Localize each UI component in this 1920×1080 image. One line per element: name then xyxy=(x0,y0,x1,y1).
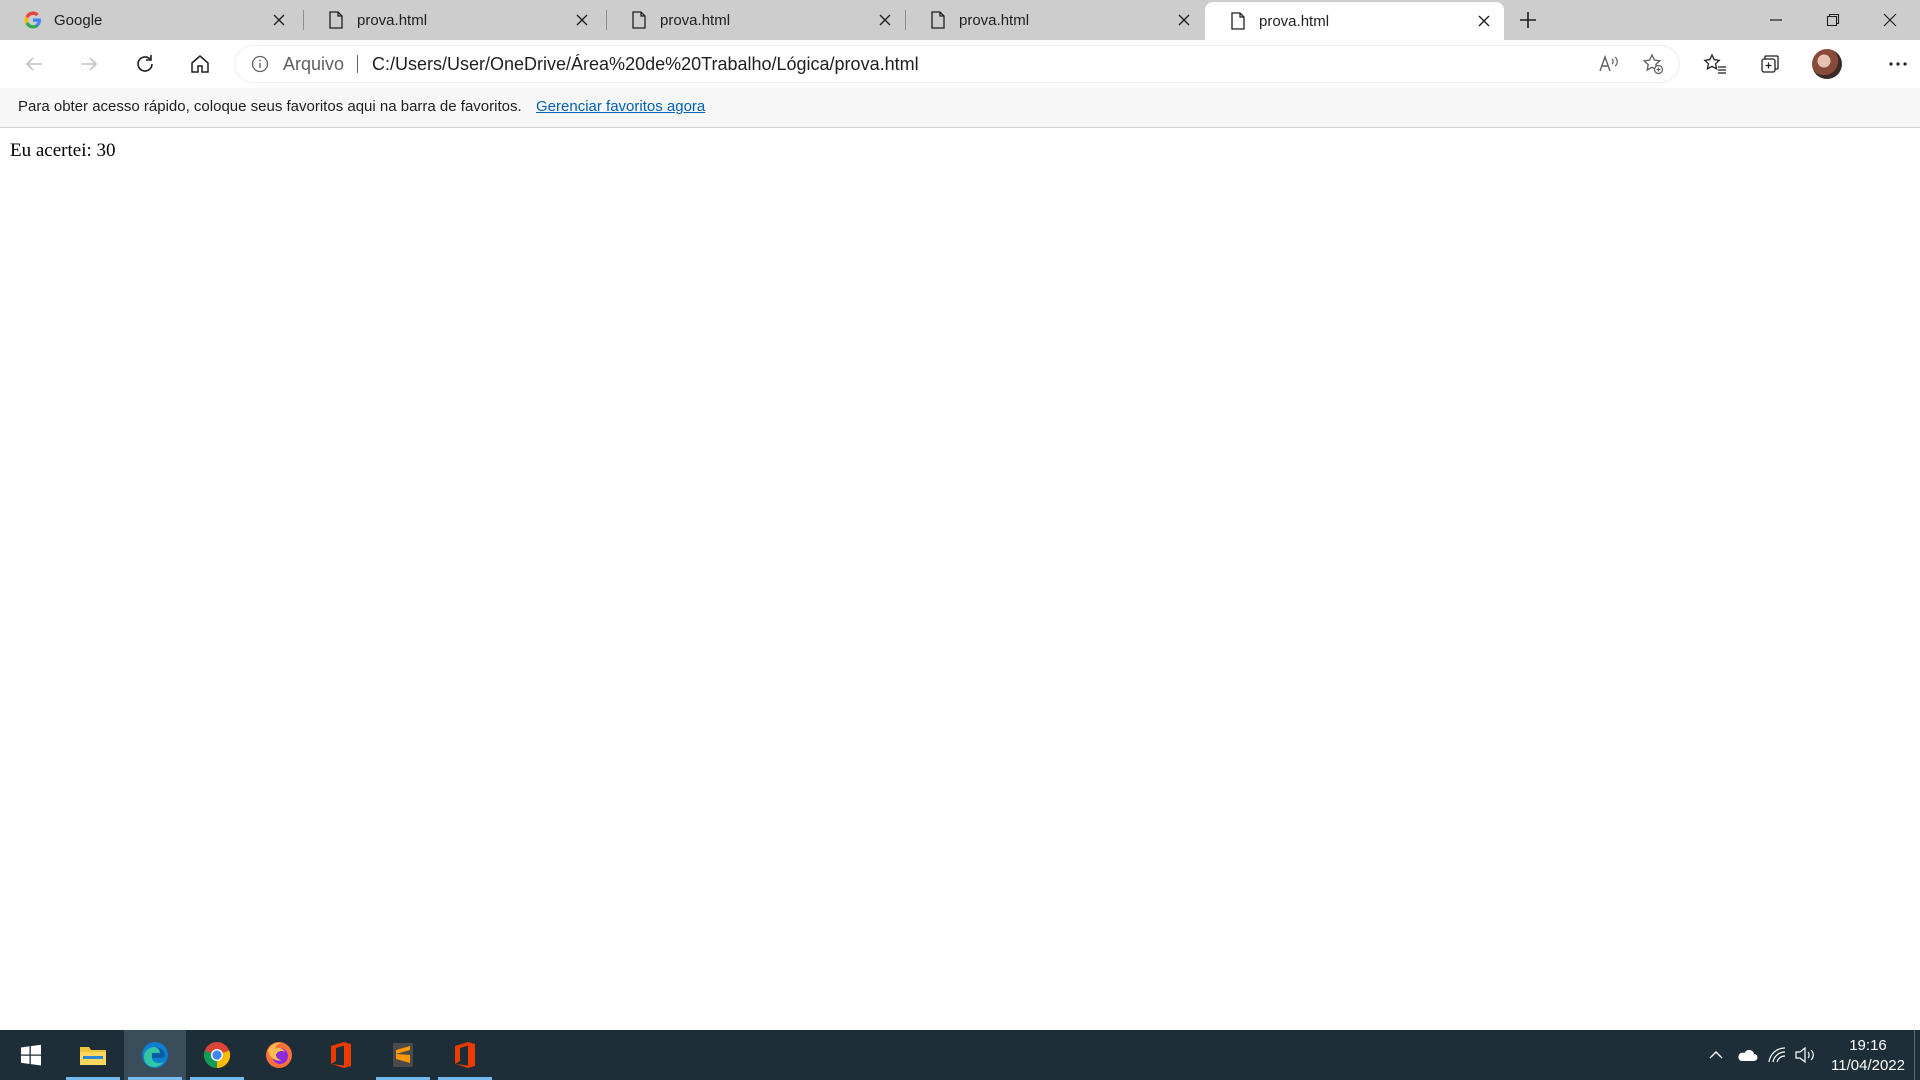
minimize-icon xyxy=(1770,19,1782,21)
chrome-icon xyxy=(203,1042,231,1069)
back-arrow-icon xyxy=(25,57,42,71)
start-icon xyxy=(21,1044,41,1066)
scheme-label: Arquivo xyxy=(283,54,345,74)
tab-title: prova.html xyxy=(959,11,1030,29)
tab-title: prova.html xyxy=(357,11,428,29)
close-tab-icon[interactable] xyxy=(1474,11,1494,31)
browser-toolbar: Arquivo C:/Users/User/OneDrive/Área%20de… xyxy=(0,40,1920,88)
file-explorer-icon xyxy=(80,1047,106,1065)
google-icon xyxy=(24,11,42,29)
taskbar-file-explorer[interactable] xyxy=(62,1030,124,1080)
taskbar-firefox[interactable] xyxy=(248,1030,310,1080)
close-tab-icon[interactable] xyxy=(1174,10,1194,30)
office-icon xyxy=(331,1042,351,1068)
file-icon xyxy=(1229,12,1247,30)
edge-icon xyxy=(142,1042,168,1068)
sublime-text-icon xyxy=(393,1043,413,1067)
url-text[interactable]: C:/Users/User/OneDrive/Área%20de%20Traba… xyxy=(372,54,919,75)
forward-button[interactable] xyxy=(71,46,107,82)
forward-arrow-icon xyxy=(81,57,98,71)
volume-tray[interactable] xyxy=(1791,1030,1819,1080)
onedrive-tray[interactable] xyxy=(1733,1030,1761,1080)
clock-date: 11/04/2022 xyxy=(1831,1057,1905,1074)
taskbar-chrome[interactable] xyxy=(186,1030,248,1080)
show-hidden-icons-button[interactable] xyxy=(1702,1030,1730,1080)
refresh-icon xyxy=(137,55,153,72)
home-icon xyxy=(191,55,209,73)
tab-google[interactable]: Google xyxy=(0,0,299,40)
network-tray[interactable] xyxy=(1763,1030,1791,1080)
close-window-button[interactable] xyxy=(1862,0,1918,40)
speaker-icon xyxy=(1795,1047,1814,1063)
address-bar[interactable]: Arquivo C:/Users/User/OneDrive/Área%20de… xyxy=(235,46,1679,82)
file-icon xyxy=(929,11,947,29)
profile-avatar[interactable] xyxy=(1812,49,1842,79)
new-tab-button[interactable] xyxy=(1514,6,1542,34)
tab-title: Google xyxy=(54,11,103,29)
address-divider xyxy=(357,55,358,73)
tab-prova-3[interactable]: prova.html xyxy=(905,0,1204,40)
start-button[interactable] xyxy=(0,1030,62,1080)
firefox-icon xyxy=(266,1042,292,1068)
favorites-list-icon xyxy=(1703,53,1726,74)
collections-button[interactable] xyxy=(1752,46,1788,82)
settings-menu-button[interactable] xyxy=(1880,46,1916,82)
tab-prova-2[interactable]: prova.html xyxy=(606,0,905,40)
tab-strip: Google prova.html prova.html prova.html xyxy=(0,0,1920,40)
read-aloud-icon[interactable] xyxy=(1597,52,1621,76)
taskbar-office[interactable] xyxy=(310,1030,372,1080)
file-icon xyxy=(630,11,648,29)
collections-icon xyxy=(1761,55,1779,73)
favorites-bar-message: Para obter acesso rápido, coloque seus f… xyxy=(18,98,522,115)
file-icon xyxy=(327,11,345,29)
info-icon[interactable] xyxy=(251,55,269,73)
taskbar-clock[interactable]: 19:16 11/04/2022 xyxy=(1820,1036,1916,1076)
add-favorite-icon[interactable] xyxy=(1641,52,1665,76)
home-button[interactable] xyxy=(182,46,218,82)
close-icon xyxy=(1883,13,1897,27)
tab-prova-active[interactable]: prova.html xyxy=(1205,2,1504,40)
tab-title: prova.html xyxy=(660,11,731,29)
favorites-bar: Para obter acesso rápido, coloque seus f… xyxy=(0,88,1920,128)
taskbar-office-2[interactable] xyxy=(434,1030,496,1080)
restore-button[interactable] xyxy=(1805,0,1861,40)
close-tab-icon[interactable] xyxy=(875,10,895,30)
minimize-button[interactable] xyxy=(1748,0,1804,40)
close-tab-icon[interactable] xyxy=(572,10,592,30)
page-content: Eu acertei: 30 xyxy=(0,128,1920,1029)
more-options-icon xyxy=(1889,62,1907,66)
wifi-icon xyxy=(1768,1047,1786,1063)
show-desktop-button[interactable] xyxy=(1914,1030,1915,1080)
cloud-icon xyxy=(1738,1049,1758,1061)
refresh-button[interactable] xyxy=(127,46,163,82)
score-text: Eu acertei: 30 xyxy=(10,140,116,161)
restore-icon xyxy=(1826,13,1840,27)
taskbar-edge[interactable] xyxy=(124,1030,186,1080)
chevron-up-icon xyxy=(1709,1051,1723,1059)
clock-time: 19:16 xyxy=(1849,1037,1887,1054)
taskbar: 19:16 11/04/2022 xyxy=(0,1030,1920,1080)
taskbar-sublime-text[interactable] xyxy=(372,1030,434,1080)
tab-title: prova.html xyxy=(1259,12,1330,30)
office-icon xyxy=(455,1042,475,1068)
back-button[interactable] xyxy=(16,46,52,82)
favorites-button[interactable] xyxy=(1697,46,1733,82)
tab-prova-1[interactable]: prova.html xyxy=(303,0,602,40)
plus-icon xyxy=(1520,12,1536,28)
manage-favorites-link[interactable]: Gerenciar favoritos agora xyxy=(536,98,705,115)
close-tab-icon[interactable] xyxy=(269,10,289,30)
